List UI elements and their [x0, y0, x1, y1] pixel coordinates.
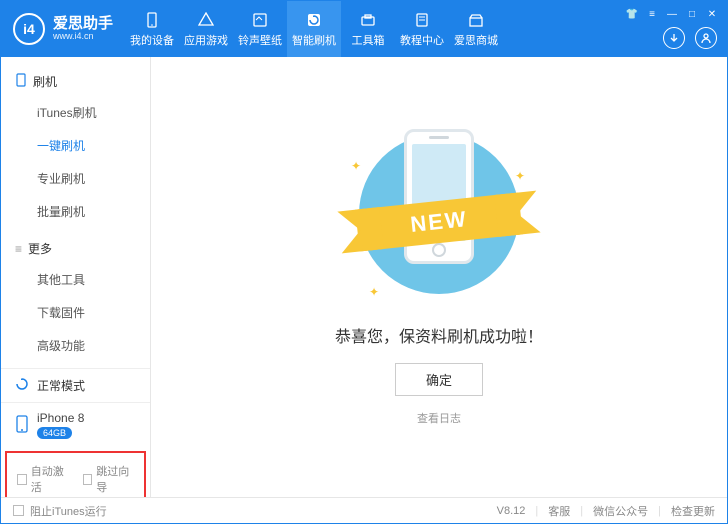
success-message: 恭喜您，保资料刷机成功啦！: [335, 323, 543, 347]
list-icon: ≡: [15, 242, 22, 256]
device-name: iPhone 8: [37, 411, 84, 425]
nav-flash[interactable]: 智能刷机: [287, 1, 341, 57]
sidebar-item-other-tools[interactable]: 其他工具: [1, 263, 150, 296]
footer-link-support[interactable]: 客服: [548, 503, 570, 519]
version-label: V8.12: [497, 505, 526, 517]
top-nav: 我的设备 应用游戏 铃声壁纸 智能刷机 工具箱 教程中心 爱思商城: [125, 1, 503, 57]
flash-options-highlight: 自动激活 跳过向导: [5, 451, 146, 497]
window-controls: 👕 ≡ — □ ✕: [625, 7, 719, 21]
toolbox-icon: [359, 11, 377, 29]
media-icon: [251, 11, 269, 29]
footer-link-update[interactable]: 检查更新: [671, 503, 715, 519]
logo-icon: i4: [13, 13, 45, 45]
logo-text: 爱思助手 www.i4.cn: [53, 16, 113, 42]
sidebar: 刷机 iTunes刷机 一键刷机 专业刷机 批量刷机 ≡ 更多 其他工具 下载固…: [1, 57, 151, 497]
auto-activate-checkbox[interactable]: 自动激活: [17, 463, 69, 495]
sidebar-group-head[interactable]: 刷机: [1, 67, 150, 96]
ok-button[interactable]: 确定: [395, 363, 483, 396]
maximize-icon[interactable]: □: [685, 7, 699, 21]
app-body: 刷机 iTunes刷机 一键刷机 专业刷机 批量刷机 ≡ 更多 其他工具 下载固…: [1, 57, 727, 497]
sparkle-icon: ✦: [351, 159, 361, 173]
close-icon[interactable]: ✕: [705, 7, 719, 21]
device-info[interactable]: iPhone 8 64GB: [1, 402, 150, 447]
status-bar: 阻止iTunes运行 V8.12 | 客服 | 微信公众号 | 检查更新: [1, 497, 727, 523]
sparkle-icon: ✦: [369, 285, 379, 299]
nav-apps[interactable]: 应用游戏: [179, 1, 233, 57]
phone-icon: [15, 415, 29, 436]
nav-tutorial[interactable]: 教程中心: [395, 1, 449, 57]
sidebar-group-flash: 刷机 iTunes刷机 一键刷机 专业刷机 批量刷机: [1, 67, 150, 234]
checkbox-icon: [83, 474, 93, 485]
skin-icon[interactable]: 👕: [625, 7, 639, 21]
user-button[interactable]: [695, 27, 717, 49]
footer-links: V8.12 | 客服 | 微信公众号 | 检查更新: [497, 503, 715, 519]
minimize-icon[interactable]: —: [665, 7, 679, 21]
sidebar-item-pro-flash[interactable]: 专业刷机: [1, 162, 150, 195]
nav-shop[interactable]: 爱思商城: [449, 1, 503, 57]
sidebar-item-advanced[interactable]: 高级功能: [1, 329, 150, 362]
apps-icon: [197, 11, 215, 29]
sidebar-group-more: ≡ 更多 其他工具 下载固件 高级功能: [1, 234, 150, 368]
sidebar-item-download-fw[interactable]: 下载固件: [1, 296, 150, 329]
sparkle-icon: ✦: [515, 169, 525, 183]
footer-link-wechat[interactable]: 微信公众号: [593, 503, 648, 519]
checkbox-icon: [17, 474, 27, 485]
menu-icon[interactable]: ≡: [645, 7, 659, 21]
device-icon: [143, 11, 161, 29]
logo: i4 爱思助手 www.i4.cn: [1, 13, 125, 45]
shop-icon: [467, 11, 485, 29]
brand-url: www.i4.cn: [53, 32, 113, 42]
nav-my-device[interactable]: 我的设备: [125, 1, 179, 57]
checkbox-icon: [13, 505, 24, 516]
app-header: i4 爱思助手 www.i4.cn 我的设备 应用游戏 铃声壁纸 智能刷机 工具…: [1, 1, 727, 57]
refresh-icon: [15, 377, 29, 394]
sidebar-item-onekey-flash[interactable]: 一键刷机: [1, 129, 150, 162]
storage-badge: 64GB: [37, 427, 72, 439]
skip-guide-checkbox[interactable]: 跳过向导: [83, 463, 135, 495]
device-mode-status[interactable]: 正常模式: [1, 368, 150, 402]
sidebar-group-head[interactable]: ≡ 更多: [1, 234, 150, 263]
view-log-link[interactable]: 查看日志: [417, 410, 461, 426]
sidebar-item-itunes-flash[interactable]: iTunes刷机: [1, 96, 150, 129]
header-actions: [663, 27, 717, 49]
main-content: NEW ✦ ✦ ✦ 恭喜您，保资料刷机成功啦！ 确定 查看日志: [151, 57, 727, 497]
book-icon: [413, 11, 431, 29]
phone-icon: [15, 73, 27, 90]
nav-tools[interactable]: 工具箱: [341, 1, 395, 57]
brand-name: 爱思助手: [53, 16, 113, 33]
success-illustration: NEW ✦ ✦ ✦: [339, 129, 539, 309]
nav-media[interactable]: 铃声壁纸: [233, 1, 287, 57]
block-itunes-checkbox[interactable]: 阻止iTunes运行: [13, 503, 107, 519]
sidebar-item-batch-flash[interactable]: 批量刷机: [1, 195, 150, 228]
flash-icon: [305, 11, 323, 29]
download-button[interactable]: [663, 27, 685, 49]
